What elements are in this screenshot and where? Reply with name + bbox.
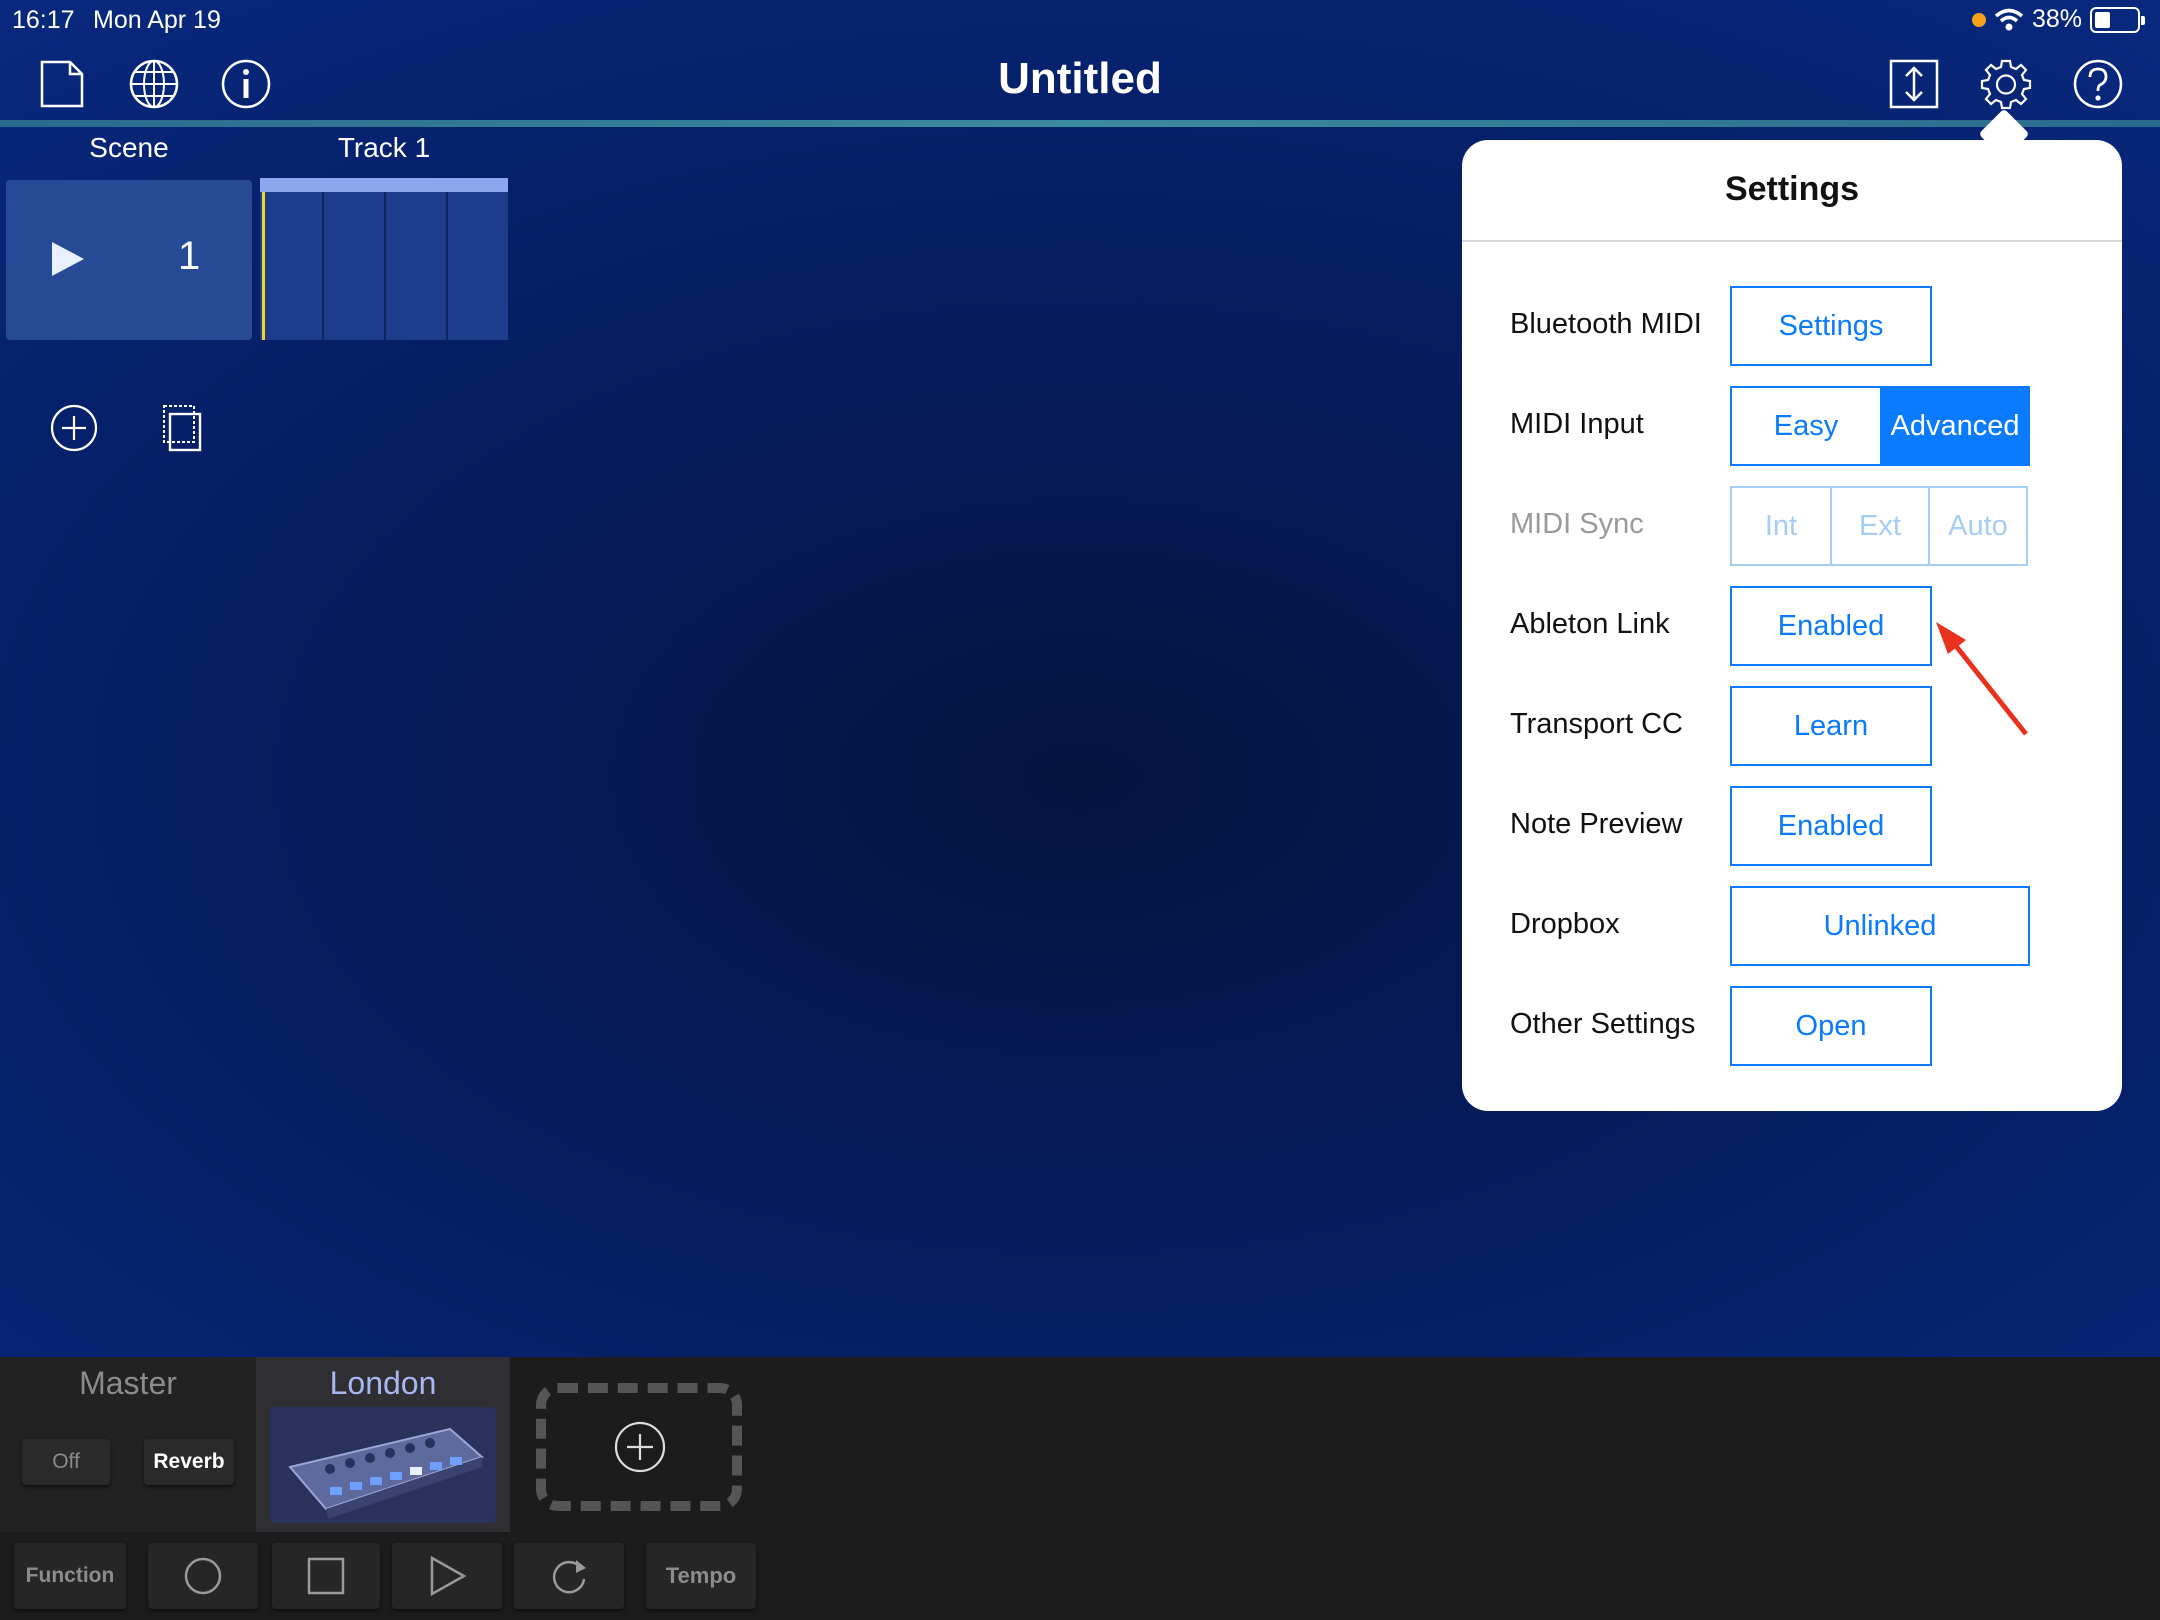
help-icon[interactable] (2072, 58, 2124, 110)
settings-row-label: Transport CC (1510, 708, 1683, 740)
toolbar: Untitled (0, 40, 2160, 122)
stop-button[interactable] (272, 1543, 380, 1609)
add-instrument-slot[interactable] (536, 1383, 742, 1511)
clip-header-bar (260, 178, 508, 192)
bottom-bar: Master Off Reverb London Function Tempo (0, 1357, 2160, 1620)
segmented-control: Easy Advanced (1730, 386, 2030, 466)
master-label: Master (79, 1365, 177, 1401)
record-icon (184, 1557, 222, 1595)
status-time: 16:17 (12, 6, 75, 34)
play-icon (430, 1555, 467, 1597)
settings-button-frame: Learn (1730, 686, 1932, 766)
settings-button-frame: Open (1730, 986, 1932, 1066)
settings-row-label: MIDI Sync (1510, 508, 1644, 540)
loop-icon (552, 1560, 586, 1594)
settings-button-frame: Settings (1730, 286, 1932, 366)
battery-percent: 38% (2031, 5, 2082, 33)
record-button[interactable] (148, 1543, 258, 1609)
resize-icon[interactable] (1888, 58, 1940, 110)
option-int-button: Int (1764, 509, 1798, 542)
toolbar-divider (0, 120, 2160, 127)
option-open-button[interactable]: Open (1732, 988, 1930, 1064)
option-enabled-button[interactable]: Enabled (1732, 788, 1930, 864)
function-button[interactable]: Function (14, 1543, 126, 1609)
clip-step-divider (384, 192, 386, 340)
option-settings-button[interactable]: Settings (1732, 288, 1930, 364)
reverb-button[interactable]: Reverb (144, 1439, 234, 1485)
settings-row-label: MIDI Input (1510, 408, 1644, 440)
column-header-track[interactable]: Track 1 (260, 132, 508, 164)
document-title: Untitled (998, 54, 1162, 103)
master-channel[interactable]: Master Off Reverb (0, 1357, 256, 1532)
scene-cell[interactable]: 1 (6, 180, 252, 340)
track-clip[interactable] (260, 178, 508, 340)
loop-button[interactable] (514, 1543, 624, 1609)
fx-off-button[interactable]: Off (22, 1439, 110, 1485)
settings-row: Other Settings Open (1510, 986, 2090, 1066)
tempo-button[interactable]: Tempo (646, 1543, 756, 1609)
clip-playhead (262, 192, 265, 340)
add-icon[interactable] (613, 1420, 667, 1474)
add-scene-button[interactable] (48, 402, 100, 454)
settings-row-label: Ableton Link (1510, 608, 1670, 640)
option-unlinked-button[interactable]: Unlinked (1732, 888, 2028, 964)
privacy-indicator-dot (1971, 12, 1986, 27)
synth-thumbnail[interactable] (270, 1407, 496, 1523)
settings-button-frame: Enabled (1730, 586, 1932, 666)
option-advanced-button[interactable]: Advanced (1880, 388, 2028, 464)
settings-row-label: Bluetooth MIDI (1510, 308, 1702, 340)
instrument-channel[interactable]: London (256, 1357, 510, 1532)
gear-icon[interactable] (1980, 58, 2032, 110)
settings-button-frame: Enabled (1730, 786, 1932, 866)
settings-row-label: Other Settings (1510, 1008, 1696, 1040)
status-right: 38% (1971, 5, 2145, 34)
option-ext-button: Ext (1830, 488, 1928, 564)
settings-row: Dropbox Unlinked (1510, 886, 2090, 966)
status-bar: 16:17 Mon Apr 19 38% (0, 0, 2160, 40)
stop-icon (307, 1557, 345, 1595)
clip-step-divider (322, 192, 324, 340)
segmented-control: Int Ext Auto (1730, 486, 2028, 566)
settings-button-frame: Unlinked (1730, 886, 2030, 966)
option-enabled-button[interactable]: Enabled (1732, 588, 1930, 664)
option-auto-button: Auto (1928, 488, 2026, 564)
clip-step-divider (446, 192, 448, 340)
column-header-scene: Scene (89, 132, 169, 163)
play-button[interactable] (392, 1543, 502, 1609)
annotation-arrow-icon (1936, 622, 2028, 736)
settings-row: Note Preview Enabled (1510, 786, 2090, 866)
wifi-icon (1994, 8, 2024, 30)
settings-title: Settings (1462, 140, 2122, 242)
scene-number: 1 (178, 234, 201, 278)
option-easy-button[interactable]: Easy (1732, 388, 1880, 464)
settings-row-label: Dropbox (1510, 908, 1620, 940)
settings-row: MIDI Sync Int Ext Auto (1510, 486, 2090, 566)
option-learn-button[interactable]: Learn (1732, 688, 1930, 764)
scene-play-icon[interactable] (52, 242, 84, 276)
settings-row: MIDI Input Easy Advanced (1510, 386, 2090, 466)
status-date: Mon Apr 19 (93, 6, 221, 34)
settings-row: Bluetooth MIDI Settings (1510, 286, 2090, 366)
instrument-name: London (329, 1365, 437, 1401)
battery-icon (2090, 6, 2145, 33)
duplicate-icon[interactable] (156, 402, 208, 454)
settings-row-label: Note Preview (1510, 808, 1683, 840)
